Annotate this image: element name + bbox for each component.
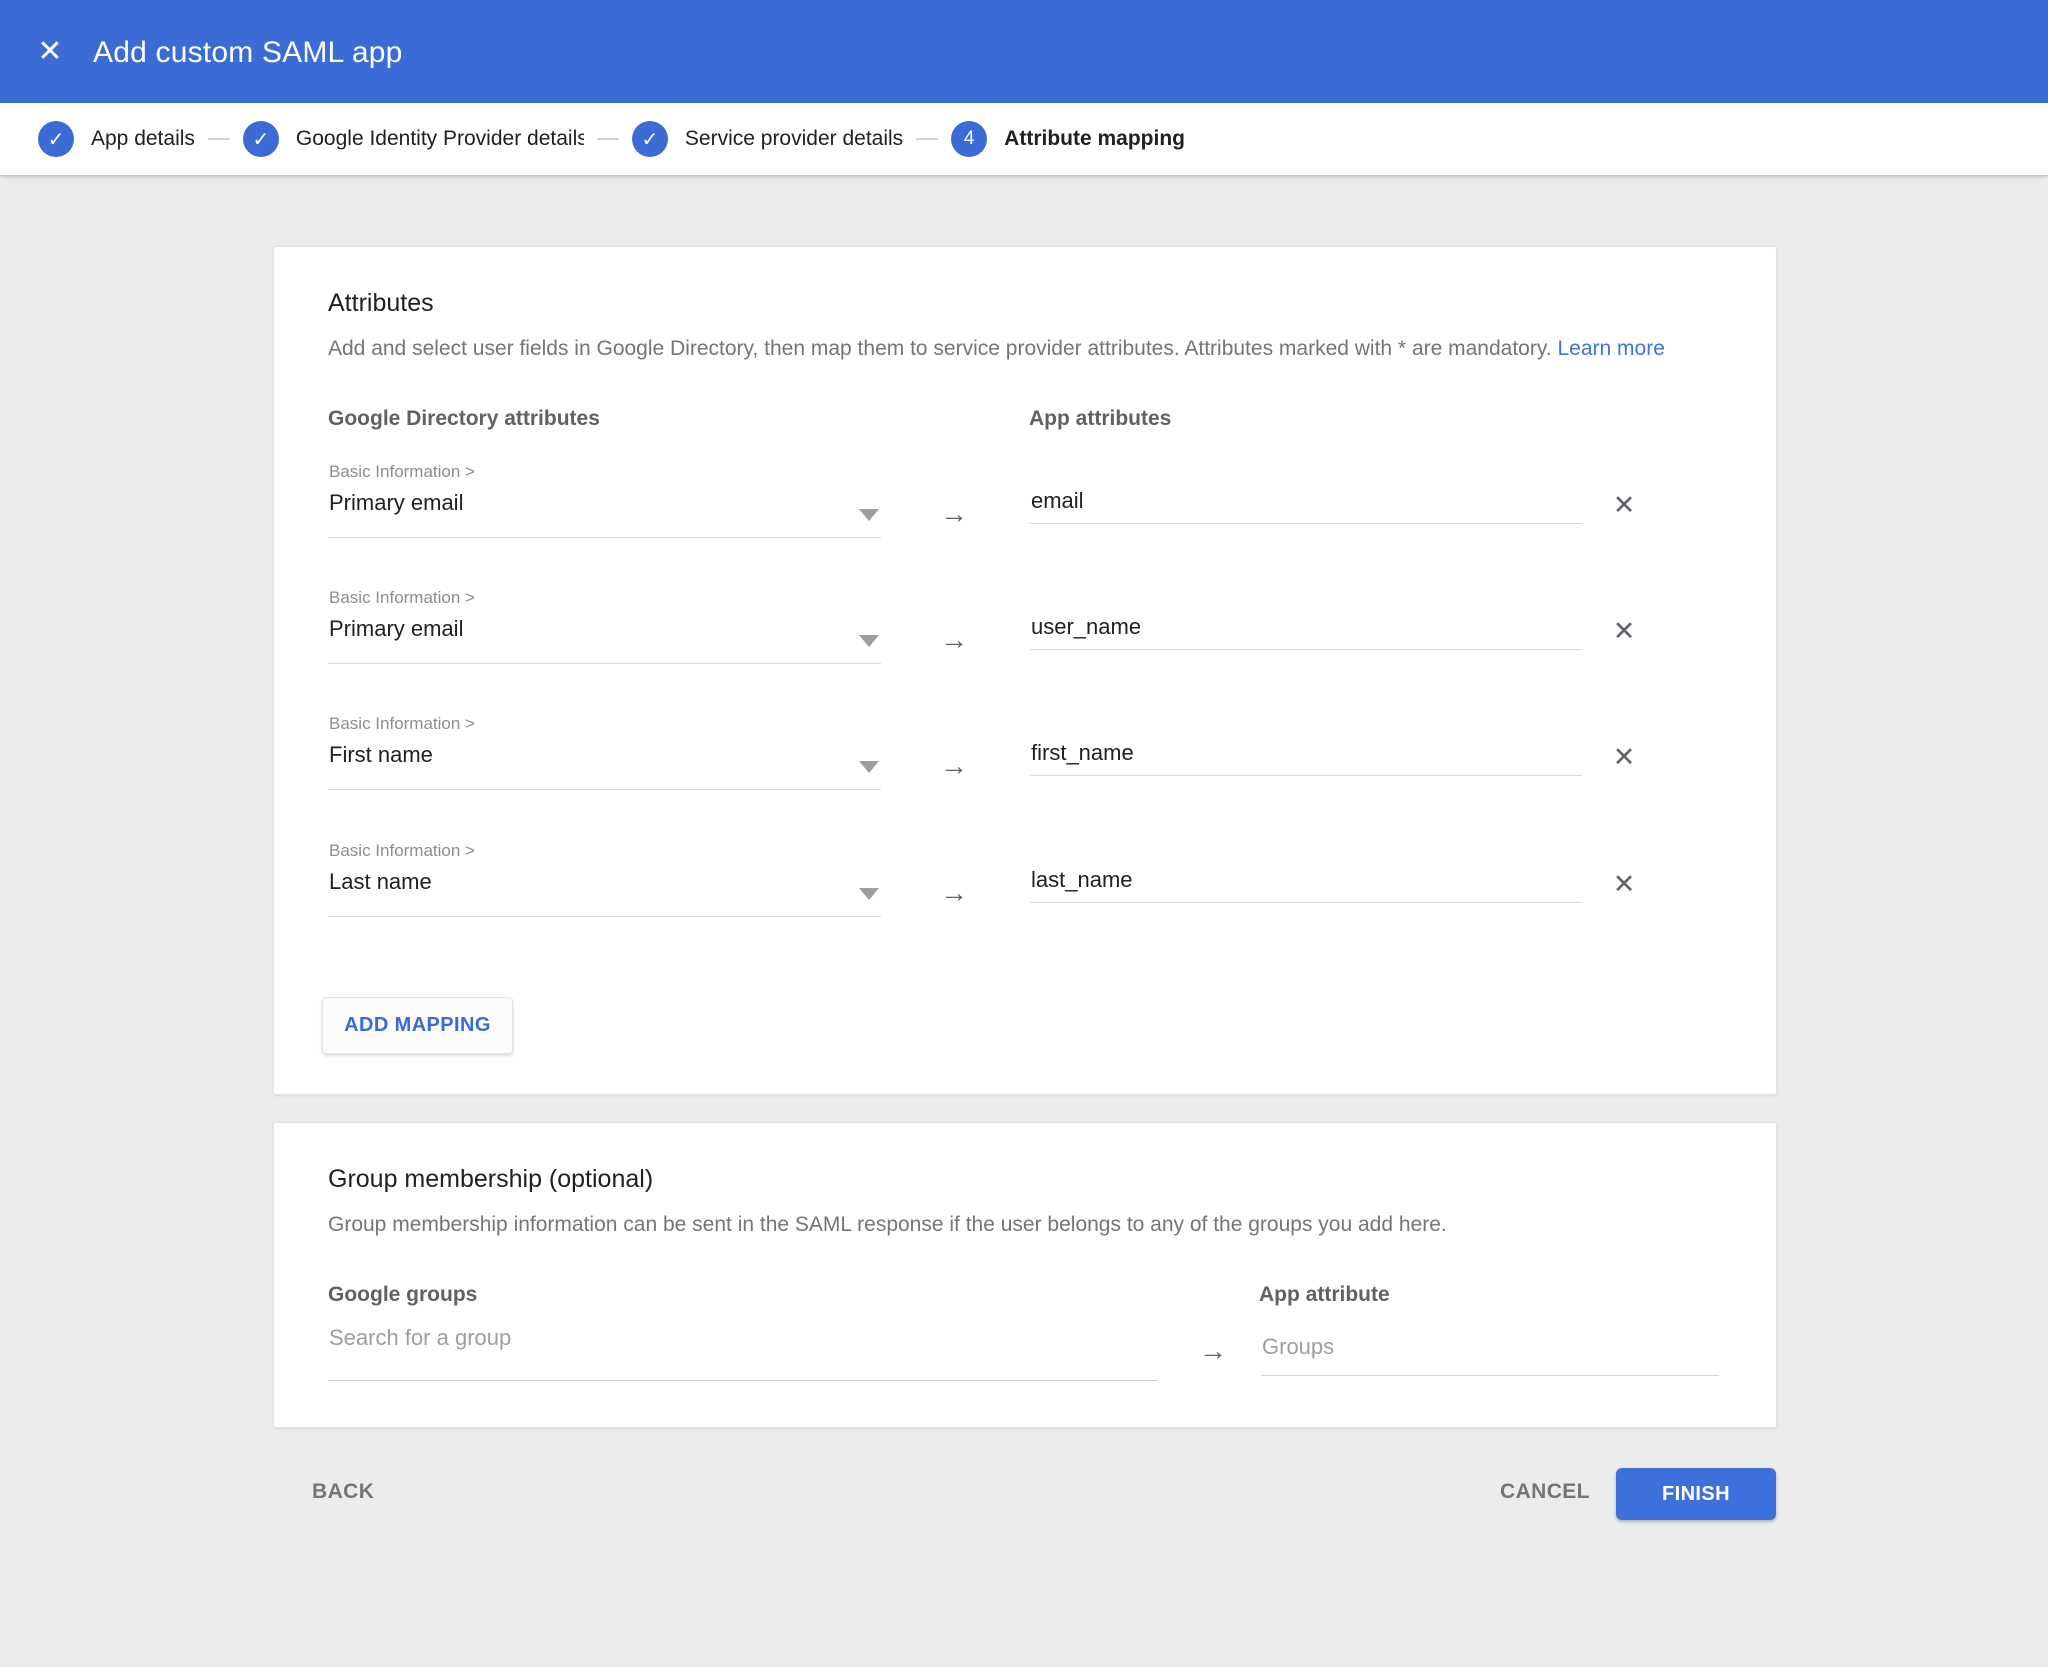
step-service-provider-details[interactable]: ✓ Service provider details <box>632 121 903 157</box>
dropdown-selected-value: Primary email <box>329 490 463 516</box>
step-label: Attribute mapping <box>1004 127 1185 151</box>
group-card-title: Group membership (optional) <box>328 1165 653 1194</box>
dropdown-category-label: Basic Information > <box>329 714 475 734</box>
dropdown-selected-value: First name <box>329 742 433 768</box>
arrow-right-icon: → <box>940 624 968 656</box>
mapping-row: Basic Information > Primary email → ✕ <box>328 588 1724 680</box>
mapping-row: Basic Information > Primary email → ✕ <box>328 462 1724 554</box>
directory-attributes-column-header: Google Directory attributes <box>328 407 600 431</box>
attributes-card-title: Attributes <box>328 289 434 318</box>
mapping-row: Basic Information > Last name → ✕ <box>328 841 1724 933</box>
app-attribute-field <box>1029 614 1582 650</box>
arrow-right-icon: → <box>940 877 968 909</box>
dropdown-category-label: Basic Information > <box>329 841 475 861</box>
app-attribute-field <box>1029 740 1582 776</box>
directory-attribute-dropdown[interactable]: Basic Information > Primary email <box>328 588 881 668</box>
arrow-right-icon: → <box>1199 1335 1227 1367</box>
arrow-right-icon: → <box>940 498 968 530</box>
step-separator <box>916 138 938 140</box>
chevron-down-icon <box>859 888 879 900</box>
app-attribute-input[interactable] <box>1029 867 1582 903</box>
step-google-idp-details[interactable]: ✓ Google Identity Provider details <box>243 121 584 157</box>
app-attribute-field <box>1029 488 1582 524</box>
groups-app-attribute-field <box>1261 1334 1719 1376</box>
remove-mapping-icon[interactable]: ✕ <box>1609 742 1639 772</box>
directory-attribute-dropdown[interactable]: Basic Information > Primary email <box>328 462 881 542</box>
attributes-card-description: Add and select user fields in Google Dir… <box>328 337 1665 361</box>
field-underline <box>328 537 881 538</box>
arrow-right-icon: → <box>940 750 968 782</box>
dropdown-category-label: Basic Information > <box>329 462 475 482</box>
back-button[interactable]: BACK <box>312 1480 374 1504</box>
step-separator <box>208 138 230 140</box>
attributes-card: Attributes Add and select user fields in… <box>273 246 1777 1095</box>
add-mapping-button[interactable]: ADD MAPPING <box>322 997 513 1054</box>
chevron-down-icon <box>859 761 879 773</box>
step-label: Google Identity Provider details <box>296 127 584 151</box>
step-number-badge: 4 <box>951 121 987 157</box>
step-complete-check-icon: ✓ <box>38 121 74 157</box>
mapping-row: Basic Information > First name → ✕ <box>328 714 1724 806</box>
field-underline <box>328 916 881 917</box>
cancel-button[interactable]: CANCEL <box>1500 1480 1590 1504</box>
step-complete-check-icon: ✓ <box>632 121 668 157</box>
dialog-title: Add custom SAML app <box>93 36 403 70</box>
group-search-input[interactable] <box>328 1325 1158 1381</box>
step-complete-check-icon: ✓ <box>243 121 279 157</box>
app-attribute-input[interactable] <box>1029 488 1582 524</box>
chevron-down-icon <box>859 509 879 521</box>
step-label: Service provider details <box>685 127 903 151</box>
app-attribute-input[interactable] <box>1029 614 1582 650</box>
step-label: App details <box>91 127 195 151</box>
group-search-field <box>328 1325 1158 1381</box>
dropdown-selected-value: Last name <box>329 869 432 895</box>
app-attribute-input[interactable] <box>1029 740 1582 776</box>
finish-button[interactable]: FINISH <box>1616 1468 1776 1520</box>
directory-attribute-dropdown[interactable]: Basic Information > Last name <box>328 841 881 921</box>
dropdown-selected-value: Primary email <box>329 616 463 642</box>
remove-mapping-icon[interactable]: ✕ <box>1609 869 1639 899</box>
directory-attribute-dropdown[interactable]: Basic Information > First name <box>328 714 881 794</box>
step-attribute-mapping[interactable]: 4 Attribute mapping <box>951 121 1185 157</box>
google-groups-column-header: Google groups <box>328 1283 477 1307</box>
stepper: ✓ App details ✓ Google Identity Provider… <box>0 103 2048 175</box>
groups-app-attribute-input[interactable] <box>1261 1334 1719 1376</box>
remove-mapping-icon[interactable]: ✕ <box>1609 616 1639 646</box>
attributes-description-text: Add and select user fields in Google Dir… <box>328 337 1552 360</box>
remove-mapping-icon[interactable]: ✕ <box>1609 490 1639 520</box>
group-card-description: Group membership information can be sent… <box>328 1213 1447 1237</box>
close-icon[interactable]: ✕ <box>32 34 68 70</box>
learn-more-link[interactable]: Learn more <box>1557 337 1664 360</box>
chevron-down-icon <box>859 635 879 647</box>
group-membership-card: Group membership (optional) Group member… <box>273 1122 1777 1428</box>
app-attributes-column-header: App attributes <box>1029 407 1171 431</box>
field-underline <box>328 663 881 664</box>
step-app-details[interactable]: ✓ App details <box>38 121 195 157</box>
dropdown-category-label: Basic Information > <box>329 588 475 608</box>
app-attribute-column-header: App attribute <box>1259 1283 1390 1307</box>
field-underline <box>328 789 881 790</box>
dialog-header: ✕ Add custom SAML app <box>0 0 2048 103</box>
app-attribute-field <box>1029 867 1582 903</box>
step-separator <box>597 138 619 140</box>
